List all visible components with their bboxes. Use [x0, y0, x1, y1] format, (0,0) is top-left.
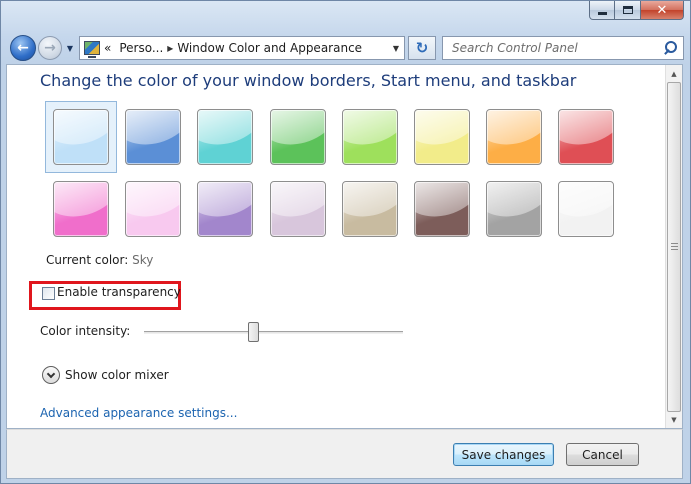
color-swatch-tile	[342, 181, 398, 237]
color-swatch-taupe[interactable]	[334, 173, 406, 245]
minimize-button[interactable]	[589, 1, 615, 20]
color-swatch-sky[interactable]	[45, 101, 117, 173]
color-swatch-tile	[342, 109, 398, 165]
close-icon: ✕	[656, 2, 668, 18]
window-frame: ✕ ← → ▼ « Perso... ▸ Window Color and Ap…	[0, 0, 691, 484]
show-color-mixer-label[interactable]: Show color mixer	[65, 368, 169, 382]
color-intensity-track[interactable]	[144, 331, 403, 334]
color-swatch-tile	[270, 181, 326, 237]
minimize-icon	[597, 11, 607, 15]
color-swatch-ruby[interactable]	[550, 101, 622, 173]
caption-buttons: ✕	[589, 1, 684, 21]
cancel-button[interactable]: Cancel	[566, 443, 639, 466]
color-swatch-tile	[558, 181, 614, 237]
breadcrumb-personalization[interactable]: Perso...	[119, 41, 163, 55]
color-swatch-chocolate[interactable]	[406, 173, 478, 245]
color-swatch-lavender[interactable]	[262, 173, 334, 245]
color-swatch-pumpkin[interactable]	[478, 101, 550, 173]
back-button[interactable]: ←	[10, 35, 36, 61]
color-swatch-tile	[197, 181, 253, 237]
forward-button[interactable]: →	[38, 36, 62, 60]
recent-pages-dropdown[interactable]: ▼	[65, 42, 75, 54]
color-swatch-tile	[486, 181, 542, 237]
address-bar[interactable]: « Perso... ▸ Window Color and Appearance…	[79, 36, 405, 60]
scroll-up-button[interactable]: ▲	[666, 65, 682, 82]
color-swatch-tile	[558, 109, 614, 165]
breadcrumb-separator-icon[interactable]: ▸	[167, 41, 173, 55]
scroll-grip-icon	[671, 243, 678, 250]
enable-transparency-checkbox[interactable]	[42, 287, 55, 300]
color-swatch-sea[interactable]	[189, 101, 261, 173]
current-color-label: Current color:	[46, 253, 129, 267]
breadcrumb-window-color[interactable]: Window Color and Appearance	[177, 41, 362, 55]
color-swatch-tile	[414, 109, 470, 165]
dialog-footer: Save changes Cancel	[6, 429, 683, 479]
color-swatch-slate[interactable]	[478, 173, 550, 245]
maximize-icon	[622, 6, 633, 14]
color-swatch-twilight[interactable]	[117, 101, 189, 173]
vertical-scrollbar[interactable]: ▲ ▼	[665, 65, 682, 428]
page-title: Change the color of your window borders,…	[40, 71, 577, 90]
content-pane: Change the color of your window borders,…	[6, 64, 683, 429]
save-changes-button[interactable]: Save changes	[453, 443, 554, 466]
current-color-text: Current color: Sky	[46, 253, 153, 267]
search-input[interactable]	[452, 41, 660, 55]
color-swatch-violet[interactable]	[189, 173, 261, 245]
breadcrumb-overflow-button[interactable]: «	[104, 41, 111, 55]
color-swatch-fuchsia[interactable]	[45, 173, 117, 245]
color-intensity-slider-thumb[interactable]	[248, 322, 259, 342]
refresh-button[interactable]: ↻	[408, 36, 436, 60]
control-panel-icon	[84, 41, 100, 58]
maximize-button[interactable]	[615, 1, 641, 20]
color-swatch-blush[interactable]	[117, 173, 189, 245]
scrollbar-thumb[interactable]	[667, 82, 681, 412]
navigation-bar: ← → ▼ « Perso... ▸ Window Color and Appe…	[7, 33, 687, 61]
color-swatch-tile	[270, 109, 326, 165]
show-color-mixer-toggle[interactable]	[42, 366, 60, 384]
color-swatch-lemon[interactable]	[406, 101, 478, 173]
color-swatch-tile	[53, 109, 109, 165]
search-box	[442, 36, 684, 60]
chevron-down-icon: ▼	[392, 43, 400, 53]
enable-transparency-label[interactable]: Enable transparency	[57, 285, 181, 299]
color-swatch-tile	[486, 109, 542, 165]
chevron-down-icon	[46, 369, 56, 378]
chevron-down-icon: ▼	[66, 43, 74, 53]
current-color-value: Sky	[132, 253, 154, 267]
forward-arrow-icon: →	[44, 40, 56, 56]
color-swatch-tile	[125, 109, 181, 165]
color-swatch-leaf[interactable]	[262, 101, 334, 173]
color-swatch-frost[interactable]	[550, 173, 622, 245]
address-dropdown-button[interactable]: ▼	[388, 37, 404, 59]
scroll-down-icon: ▼	[671, 415, 677, 424]
color-swatch-tile	[53, 181, 109, 237]
color-intensity-label: Color intensity:	[40, 324, 131, 338]
advanced-appearance-link[interactable]: Advanced appearance settings...	[40, 406, 237, 420]
color-swatch-tile	[414, 181, 470, 237]
close-button[interactable]: ✕	[641, 1, 684, 20]
scroll-up-icon: ▲	[671, 69, 677, 78]
scroll-down-button[interactable]: ▼	[666, 411, 682, 428]
color-swatch-tile	[197, 109, 253, 165]
refresh-icon: ↻	[415, 39, 429, 57]
color-swatch-tile	[125, 181, 181, 237]
back-arrow-icon: ←	[17, 40, 29, 56]
color-swatch-lime[interactable]	[334, 101, 406, 173]
search-icon[interactable]	[660, 38, 680, 58]
